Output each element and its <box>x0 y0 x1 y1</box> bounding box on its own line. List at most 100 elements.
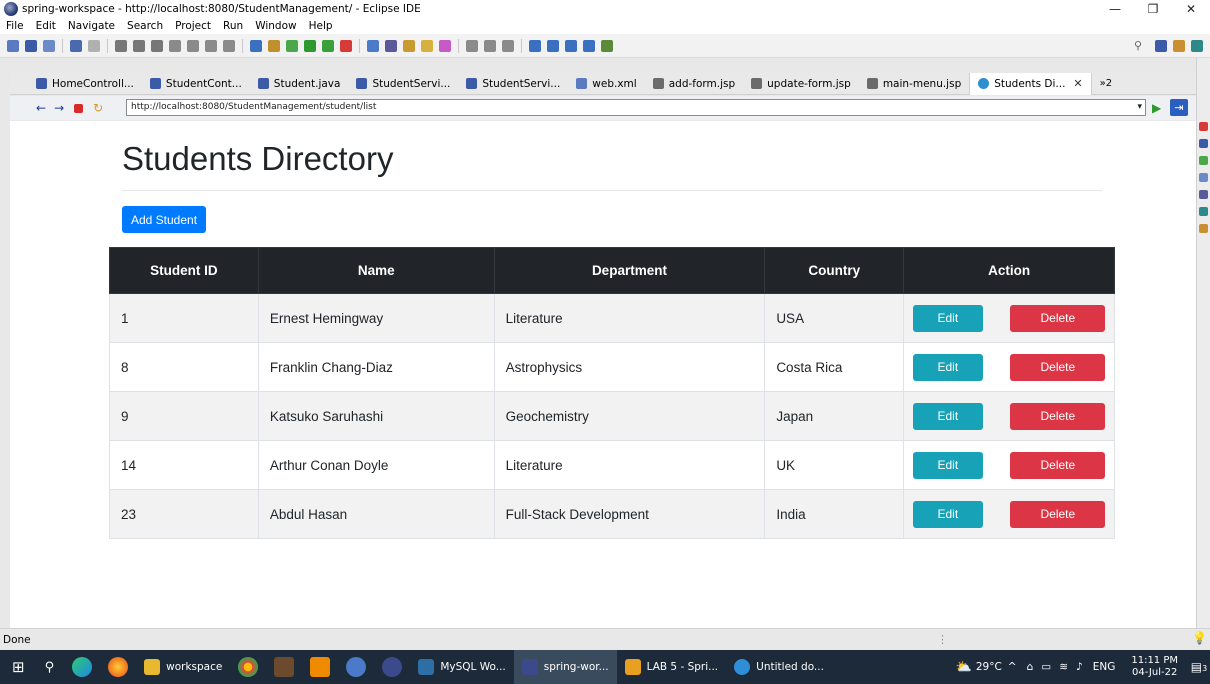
chevron-up-icon[interactable]: ^ <box>1008 661 1017 673</box>
qbittorrent-icon[interactable] <box>346 657 367 677</box>
video-editor-icon[interactable] <box>274 657 295 677</box>
java-perspective-icon[interactable] <box>1191 39 1203 52</box>
menu-window[interactable]: Window <box>249 20 302 32</box>
url-input[interactable]: http://localhost:8080/StudentManagement/… <box>126 99 1146 116</box>
taskbar-app-lab5[interactable]: LAB 5 - Spri... <box>617 650 727 684</box>
network-icon[interactable]: ⌂ <box>1027 661 1034 673</box>
external-tools-icon[interactable] <box>340 39 352 52</box>
weather-icon[interactable]: ⛅ <box>956 660 972 675</box>
edit-button[interactable]: Edit <box>912 402 983 430</box>
close-tab-icon[interactable]: ✕ <box>1073 77 1082 90</box>
delete-button[interactable]: Delete <box>1010 353 1106 381</box>
minimize-button[interactable]: — <box>1096 0 1134 18</box>
save-all-icon[interactable] <box>43 39 55 52</box>
volume-icon[interactable]: ♪ <box>1076 661 1083 673</box>
new-class-icon[interactable] <box>385 39 397 52</box>
resume-icon[interactable] <box>115 39 127 52</box>
forward-arrow-icon[interactable]: → <box>54 101 64 115</box>
close-button[interactable]: ✕ <box>1172 0 1210 18</box>
tab-students-directory[interactable]: Students Di... ✕ <box>969 72 1092 95</box>
firefox-icon[interactable] <box>108 657 129 677</box>
snippets-icon[interactable] <box>1199 190 1208 199</box>
taskbar-app-workspace[interactable]: workspace <box>136 650 230 684</box>
tab-student-java[interactable]: Student.java <box>250 73 349 95</box>
search-icon[interactable]: ⚲ <box>1134 39 1142 52</box>
edit-button[interactable]: Edit <box>912 451 983 479</box>
weather-temp[interactable]: 29°C <box>976 661 1002 673</box>
windows-start-icon[interactable]: ⊞ <box>12 658 25 676</box>
tab-add-form[interactable]: add-form.jsp <box>645 73 743 95</box>
forward-history-icon[interactable] <box>547 39 559 52</box>
edge-icon[interactable] <box>72 657 93 677</box>
navigate-forward-icon[interactable] <box>583 39 595 52</box>
step-into-icon[interactable] <box>187 39 199 52</box>
menu-navigate[interactable]: Navigate <box>62 20 121 32</box>
chrome-icon[interactable] <box>238 657 259 677</box>
tab-update-form[interactable]: update-form.jsp <box>743 73 859 95</box>
terminal-view-icon[interactable] <box>1199 207 1208 216</box>
refresh-icon[interactable]: ↻ <box>93 101 103 115</box>
task-icon[interactable] <box>268 39 280 52</box>
menu-edit[interactable]: Edit <box>30 20 62 32</box>
tab-student-controller[interactable]: StudentCont... <box>142 73 250 95</box>
tab-overflow[interactable]: »2 <box>1100 78 1112 89</box>
console-view-icon[interactable] <box>1199 224 1208 233</box>
tab-student-service-impl[interactable]: StudentServi... <box>458 73 568 95</box>
stop-icon[interactable] <box>74 103 84 113</box>
open-external-icon[interactable]: ⇥ <box>1170 99 1188 116</box>
go-icon[interactable]: ▶ <box>1152 101 1161 115</box>
disconnect-icon[interactable] <box>169 39 181 52</box>
open-console-icon[interactable] <box>601 39 613 52</box>
taskbar-app-spring-workspace[interactable]: spring-wor... <box>513 650 617 684</box>
menu-run[interactable]: Run <box>217 20 249 32</box>
navigate-back-icon[interactable] <box>565 39 577 52</box>
menu-help[interactable]: Help <box>303 20 339 32</box>
perspective-icon[interactable] <box>1155 39 1167 52</box>
tab-web-xml[interactable]: web.xml <box>568 73 644 95</box>
outline-icon[interactable] <box>1199 139 1208 148</box>
save-icon[interactable] <box>25 39 37 52</box>
menu-file[interactable]: File <box>0 20 30 32</box>
edit-button[interactable]: Edit <box>912 353 983 381</box>
open-task-icon[interactable] <box>421 39 433 52</box>
java-ee-perspective-icon[interactable] <box>1173 39 1185 52</box>
menu-project[interactable]: Project <box>169 20 217 32</box>
pen-icon[interactable] <box>439 39 451 52</box>
tab-student-service[interactable]: StudentServi... <box>348 73 458 95</box>
search-tool-icon[interactable] <box>484 39 496 52</box>
tip-bulb-icon[interactable]: 💡 <box>1192 631 1207 645</box>
edit-button[interactable]: Edit <box>912 500 983 528</box>
back-history-icon[interactable] <box>529 39 541 52</box>
console-icon[interactable] <box>250 39 262 52</box>
delete-button[interactable]: Delete <box>1010 451 1106 479</box>
debug-icon[interactable] <box>286 39 298 52</box>
step-over-icon[interactable] <box>205 39 217 52</box>
add-student-button[interactable]: Add Student <box>122 206 206 233</box>
taskbar-app-mysql[interactable]: MySQL Wo... <box>410 650 513 684</box>
edit-button[interactable]: Edit <box>912 304 983 332</box>
suspend-icon[interactable] <box>133 39 145 52</box>
delete-button[interactable]: Delete <box>1010 304 1106 332</box>
battery-icon[interactable]: ▭ <box>1041 661 1051 673</box>
delete-button[interactable]: Delete <box>1010 402 1106 430</box>
problems-icon[interactable] <box>1199 122 1208 131</box>
vlc-icon[interactable] <box>310 657 331 677</box>
language-indicator[interactable]: ENG <box>1093 661 1116 673</box>
search-icon[interactable]: ⚲ <box>45 660 55 675</box>
data-source-icon[interactable] <box>1199 173 1208 182</box>
wifi-icon[interactable]: ≋ <box>1059 661 1068 673</box>
taskbar-app-untitled-doc[interactable]: Untitled do... <box>726 650 832 684</box>
delete-button[interactable]: Delete <box>1010 500 1106 528</box>
new-server-icon[interactable] <box>367 39 379 52</box>
step-return-icon[interactable] <box>223 39 235 52</box>
annotation-icon[interactable] <box>466 39 478 52</box>
clock[interactable]: 11:11 PM 04-Jul-22 <box>1131 655 1178 679</box>
eclipse-taskbar-icon[interactable] <box>382 657 403 677</box>
coverage-icon[interactable] <box>322 39 334 52</box>
notification-center[interactable]: ▤3 <box>1188 660 1210 674</box>
new-icon[interactable] <box>7 39 19 52</box>
tab-main-menu[interactable]: main-menu.jsp <box>859 73 969 95</box>
back-arrow-icon[interactable]: ← <box>36 101 46 115</box>
skip-icon[interactable] <box>88 39 100 52</box>
terminate-icon[interactable] <box>151 39 163 52</box>
